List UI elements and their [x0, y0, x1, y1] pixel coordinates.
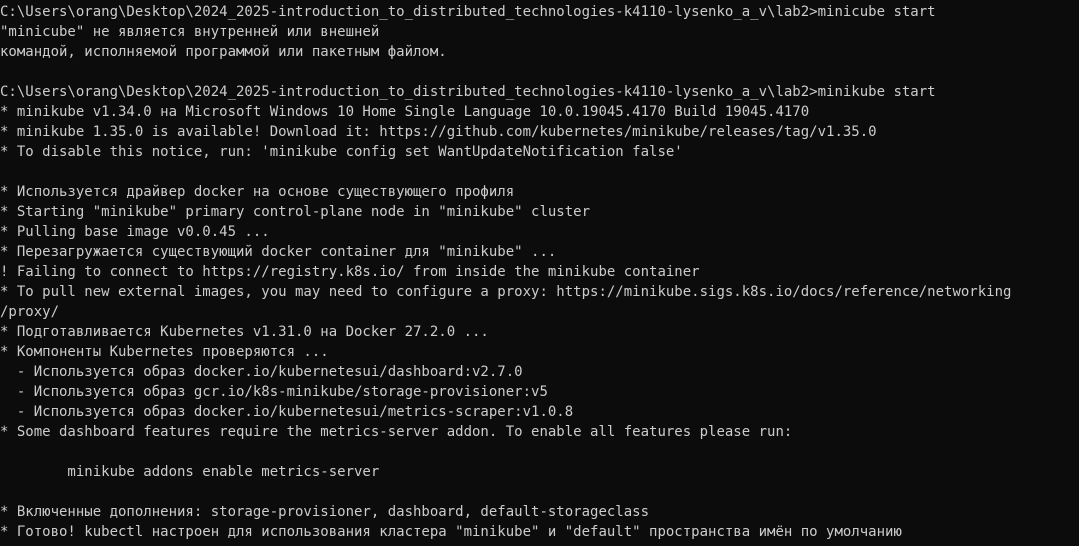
terminal-line: * Starting "minikube" primary control-pl…: [0, 204, 591, 220]
terminal-line: C:\Users\orang\Desktop\2024_2025-introdu…: [0, 84, 936, 100]
terminal-line: * Готово! kubectl настроен для использов…: [0, 524, 902, 540]
terminal-line: * minikube 1.35.0 is available! Download…: [0, 124, 877, 140]
terminal-line: * Включенные дополнения: storage-provisi…: [0, 504, 650, 520]
terminal-line: * Перезагружается существующий docker co…: [0, 244, 557, 260]
terminal-line: * Используется драйвер docker на основе …: [0, 184, 515, 200]
terminal-line: /proxy/: [0, 304, 60, 320]
terminal-line: * Some dashboard features require the me…: [0, 424, 793, 440]
terminal-line: * minikube v1.34.0 на Microsoft Windows …: [0, 104, 810, 120]
terminal-line: - Используется образ docker.io/kubernete…: [0, 404, 574, 420]
terminal-line: - Используется образ gcr.io/k8s-minikube…: [0, 384, 548, 400]
terminal-line: C:\Users\orang\Desktop\2024_2025-introdu…: [0, 4, 936, 20]
terminal-line: - Используется образ docker.io/kubernete…: [0, 364, 523, 380]
terminal-window[interactable]: C:\Users\orang\Desktop\2024_2025-introdu…: [0, 0, 1079, 546]
terminal-line: * Компоненты Kubernetes проверяются ...: [0, 344, 329, 360]
terminal-line: minikube addons enable metrics-server: [0, 464, 380, 480]
terminal-line: * To disable this notice, run: 'minikube…: [0, 144, 683, 160]
terminal-line: * Pulling base image v0.0.45 ...: [0, 224, 270, 240]
terminal-line: командой, исполняемой программой или пак…: [0, 44, 447, 60]
terminal-line: * Подготавливается Kubernetes v1.31.0 на…: [0, 324, 489, 340]
terminal-line: ! Failing to connect to https://registry…: [0, 264, 700, 280]
terminal-line: "minicube" не является внутренней или вн…: [0, 24, 380, 40]
terminal-line: * To pull new external images, you may n…: [0, 284, 1012, 300]
